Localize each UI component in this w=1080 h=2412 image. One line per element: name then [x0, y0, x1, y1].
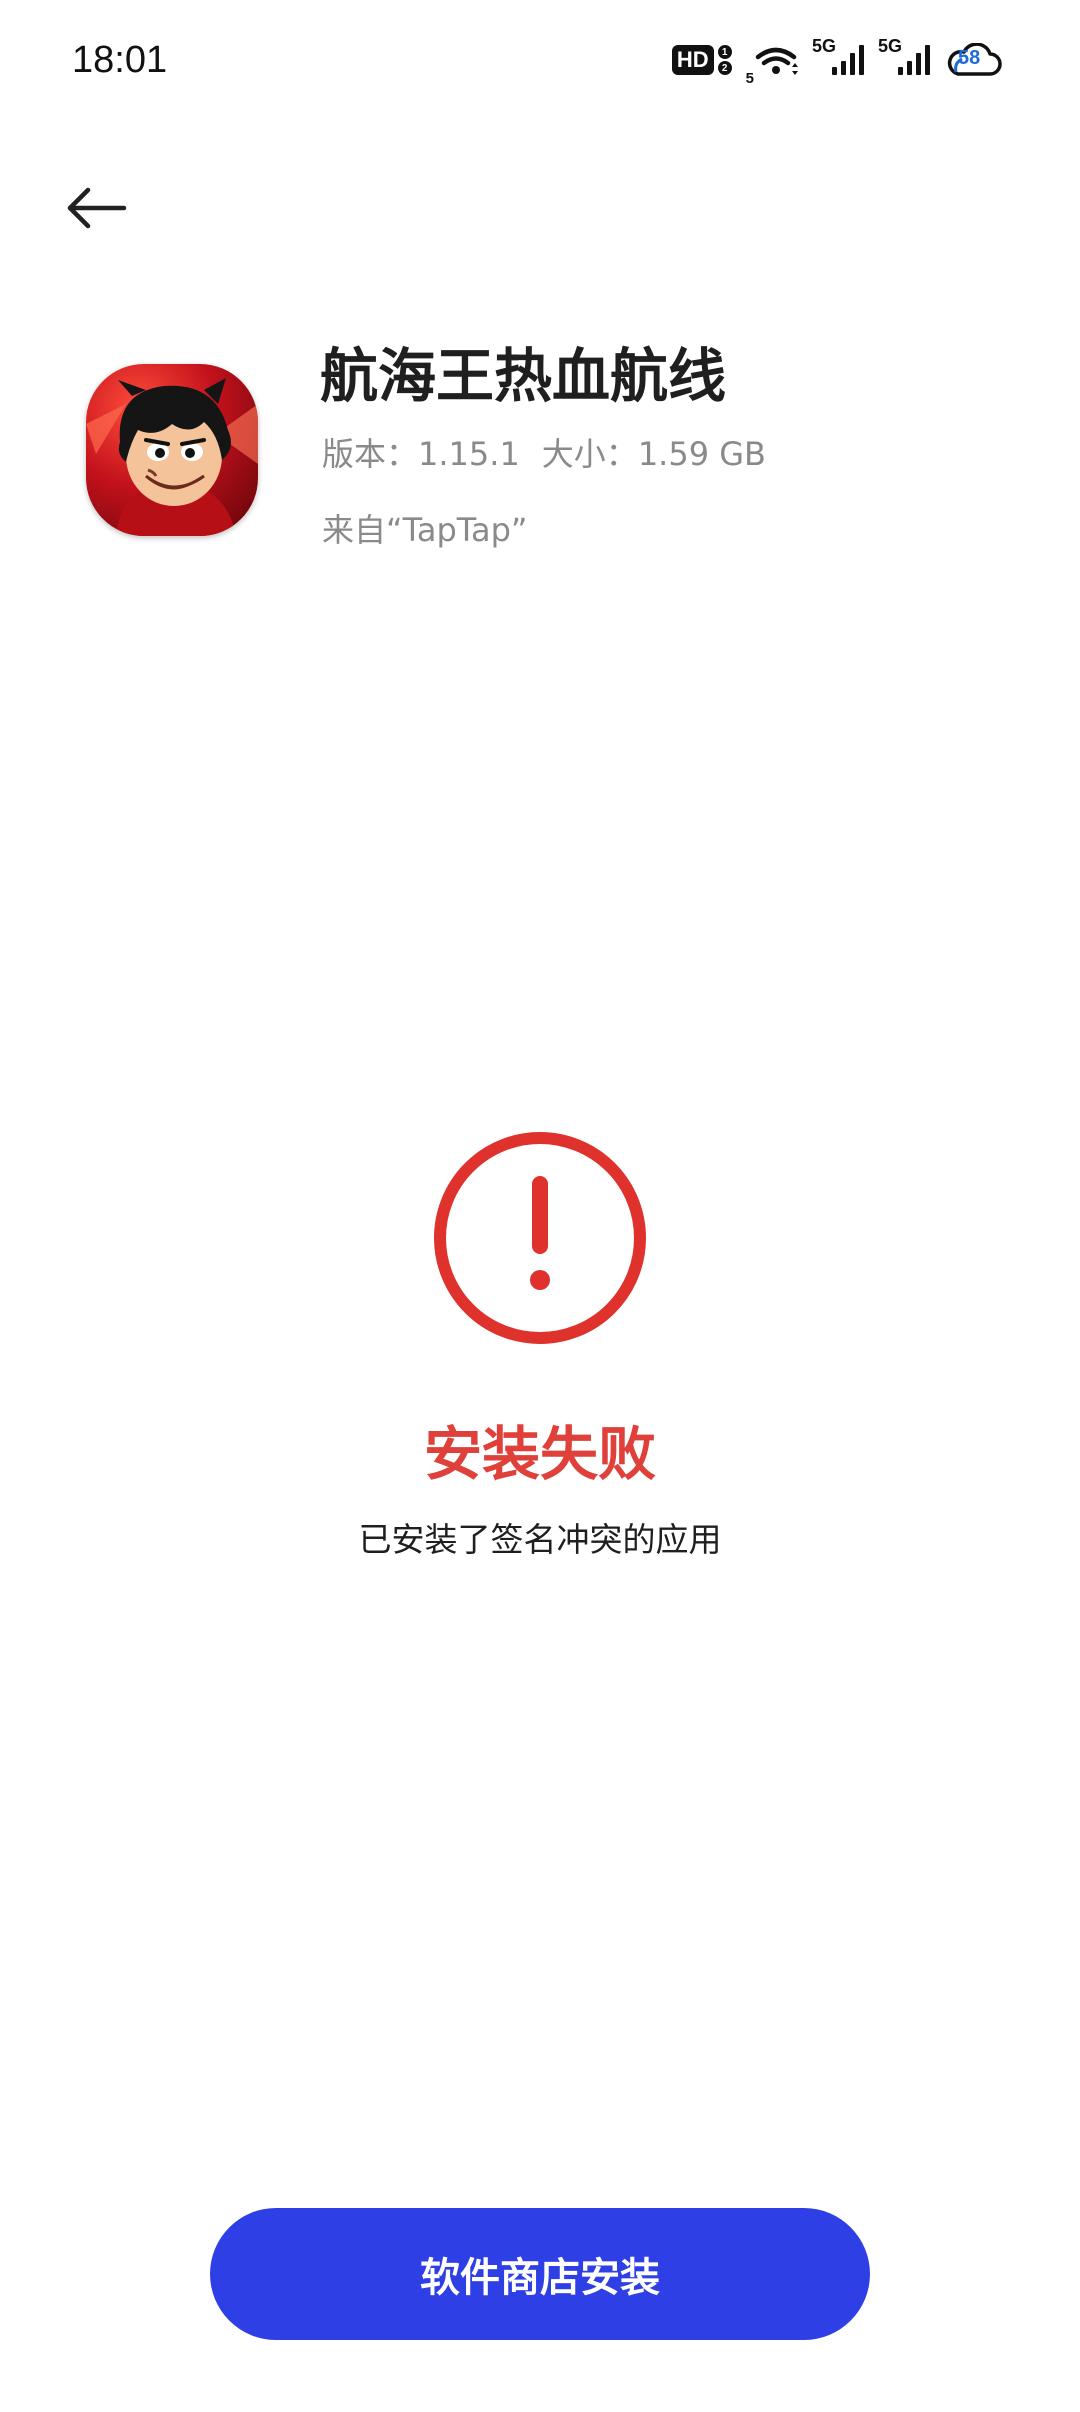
- hd-indicator: HD 1 2: [671, 45, 732, 75]
- sim-1-icon: 1: [717, 45, 732, 59]
- battery-indicator: 58: [944, 43, 1002, 77]
- network-1-label: 5G: [811, 36, 836, 56]
- cellular-2-indicator: 5G: [878, 36, 930, 75]
- back-arrow-icon: [67, 187, 127, 229]
- status-time: 18:01: [72, 39, 168, 81]
- version-value: 1.15.1: [418, 435, 520, 473]
- app-version-size: 版本：1.15.1 大小：1.59 GB: [322, 432, 766, 476]
- store-install-button[interactable]: 软件商店安装: [210, 2208, 870, 2340]
- app-source: 来自“TapTap”: [322, 511, 528, 549]
- signal-1-icon: [831, 45, 864, 75]
- wifi-indicator: 5: [746, 43, 798, 87]
- size-value: 1.59 GB: [637, 435, 766, 473]
- status-bar: 18:01 HD 1 2 5 5G 5G 58: [0, 0, 1080, 120]
- hd-icon: HD: [671, 45, 714, 75]
- wifi-icon: [755, 47, 798, 75]
- back-button[interactable]: [56, 168, 136, 248]
- size-label: 大小：: [541, 435, 638, 473]
- network-2-label: 5G: [877, 36, 902, 56]
- version-label: 版本：: [322, 435, 419, 473]
- install-failed-title: 安装失败: [423, 1420, 656, 1488]
- character-portrait-icon: [86, 378, 258, 536]
- battery-level: 58: [958, 47, 981, 69]
- wifi-band-label: 5: [745, 70, 754, 87]
- status-icons: HD 1 2 5 5G 5G 58: [671, 36, 1002, 87]
- install-failed-reason: 已安装了签名冲突的应用: [358, 1520, 722, 1559]
- error-icon: [434, 1132, 646, 1344]
- cellular-1-indicator: 5G: [812, 36, 864, 75]
- app-title: 航海王热血航线: [320, 342, 727, 410]
- app-icon: [86, 364, 258, 536]
- signal-2-icon: [898, 45, 930, 75]
- sim-indicator: 1 2: [717, 45, 732, 75]
- sim-2-icon: 2: [717, 61, 732, 75]
